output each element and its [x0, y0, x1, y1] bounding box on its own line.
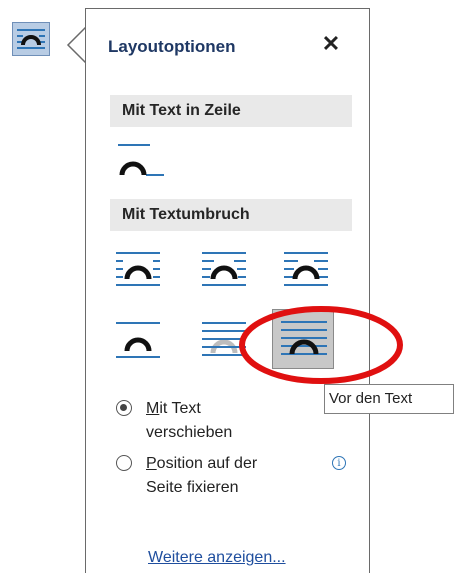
layout-options-icon	[17, 29, 45, 49]
radio-move-label-text: it Text	[159, 400, 201, 417]
radio-selected-dot	[120, 404, 127, 411]
radio-fix-position-button[interactable]	[116, 455, 132, 471]
close-icon: ✕	[321, 31, 341, 56]
layout-options-panel: Layoutoptionen ✕ Mit Text in Zeile Mit T…	[85, 8, 370, 573]
info-icon[interactable]: i	[332, 456, 346, 470]
section-wrap-header: Mit Textumbruch	[110, 199, 352, 231]
through-wrap-icon	[284, 252, 328, 286]
in-line-with-text-icon	[118, 144, 164, 176]
top-and-bottom-wrap-icon	[116, 322, 160, 358]
tooltip: Vor den Text	[324, 384, 454, 414]
layout-options-button[interactable]	[12, 22, 50, 56]
radio-move-with-text-button[interactable]	[116, 400, 132, 416]
radio-fix-position-label: Position auf der Seite fixieren	[146, 452, 296, 500]
close-button[interactable]: ✕	[318, 31, 344, 57]
panel-title: Layoutoptionen	[108, 37, 236, 56]
radio-fix-label-text: osition auf der	[156, 455, 258, 472]
tight-wrap-button[interactable]	[196, 243, 252, 295]
radio-move-underlined-letter: M	[146, 400, 160, 417]
section-inline-header: Mit Text in Zeile	[110, 95, 352, 127]
radio-fix-underlined-letter: P	[146, 455, 157, 472]
highlight-ellipse	[239, 306, 403, 384]
square-wrap-button[interactable]	[110, 243, 166, 295]
radio-fix-label-line2: Seite fixieren	[146, 479, 239, 496]
top-and-bottom-wrap-button[interactable]	[110, 313, 166, 365]
tight-wrap-icon	[202, 252, 246, 286]
more-options-link[interactable]: Weitere anzeigen...	[148, 549, 286, 567]
radio-move-with-text-label: Mit Text verschieben	[146, 397, 296, 445]
through-wrap-button[interactable]	[278, 243, 334, 295]
radio-move-label-line2: verschieben	[146, 424, 233, 441]
square-wrap-icon	[116, 252, 160, 286]
in-line-with-text-button[interactable]	[116, 137, 172, 189]
